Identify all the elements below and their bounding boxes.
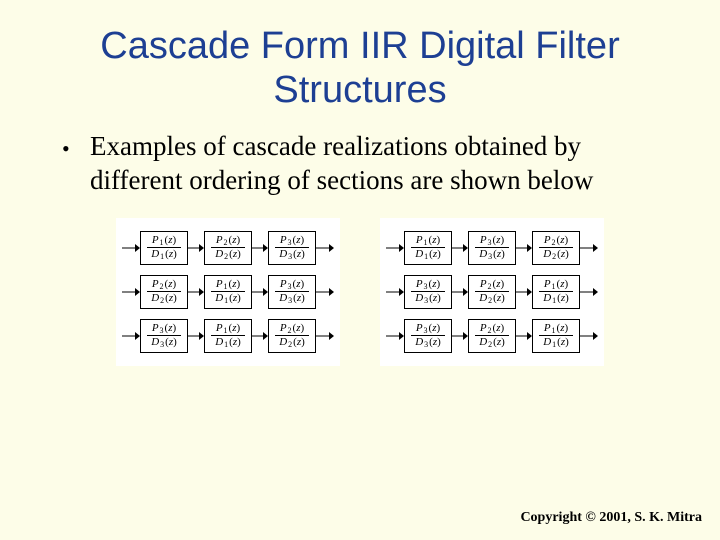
- arrow-icon: [252, 242, 268, 254]
- page-title: Cascade Form IIR Digital Filter Structur…: [0, 0, 720, 130]
- transfer-function-block: P1(z)D1(z): [140, 231, 188, 265]
- transfer-function-block: P2(z)D2(z): [468, 319, 516, 353]
- arrow-icon: [188, 286, 204, 298]
- cascade-chain: P2(z)D2(z) P1(z)D1(z) P3(z)D3(z): [122, 270, 334, 314]
- arrow-icon: [252, 286, 268, 298]
- transfer-function-block: P2(z)D2(z): [268, 319, 316, 353]
- cascade-chain: P1(z)D1(z) P3(z)D3(z) P2(z)D2(z): [386, 226, 598, 270]
- transfer-function-block: P2(z)D2(z): [140, 275, 188, 309]
- transfer-function-block: P3(z)D3(z): [404, 275, 452, 309]
- arrow-icon: [122, 286, 140, 298]
- arrow-icon: [252, 330, 268, 342]
- arrow-icon: [516, 330, 532, 342]
- transfer-function-block: P2(z)D2(z): [468, 275, 516, 309]
- arrow-icon: [580, 286, 598, 298]
- bullet-item: • Examples of cascade realizations obtai…: [0, 130, 720, 198]
- arrow-icon: [188, 330, 204, 342]
- transfer-function-block: P3(z)D3(z): [268, 231, 316, 265]
- cascade-diagram: P1(z)D1(z)P2(z)D2(z)P3(z)D3(z)P2(z)D2(z)…: [0, 218, 720, 366]
- arrow-icon: [580, 242, 598, 254]
- diagram-right-column: P1(z)D1(z)P3(z)D3(z)P2(z)D2(z)P3(z)D3(z)…: [380, 218, 604, 366]
- copyright-notice: Copyright © 2001, S. K. Mitra: [520, 510, 702, 526]
- arrow-icon: [316, 286, 334, 298]
- bullet-dot: •: [62, 130, 90, 163]
- arrow-icon: [452, 330, 468, 342]
- transfer-function-block: P3(z)D3(z): [404, 319, 452, 353]
- transfer-function-block: P2(z)D2(z): [532, 231, 580, 265]
- arrow-icon: [188, 242, 204, 254]
- transfer-function-block: P3(z)D3(z): [468, 231, 516, 265]
- arrow-icon: [386, 286, 404, 298]
- arrow-icon: [580, 330, 598, 342]
- transfer-function-block: P3(z)D3(z): [268, 275, 316, 309]
- transfer-function-block: P1(z)D1(z): [532, 319, 580, 353]
- transfer-function-block: P1(z)D1(z): [404, 231, 452, 265]
- transfer-function-block: P1(z)D1(z): [204, 319, 252, 353]
- arrow-icon: [386, 330, 404, 342]
- arrow-icon: [122, 242, 140, 254]
- cascade-chain: P3(z)D3(z) P2(z)D2(z) P1(z)D1(z): [386, 314, 598, 358]
- arrow-icon: [452, 242, 468, 254]
- transfer-function-block: P1(z)D1(z): [532, 275, 580, 309]
- arrow-icon: [452, 286, 468, 298]
- arrow-icon: [316, 242, 334, 254]
- cascade-chain: P1(z)D1(z) P2(z)D2(z) P3(z)D3(z): [122, 226, 334, 270]
- arrow-icon: [516, 242, 532, 254]
- arrow-icon: [316, 330, 334, 342]
- arrow-icon: [386, 242, 404, 254]
- arrow-icon: [122, 330, 140, 342]
- transfer-function-block: P2(z)D2(z): [204, 231, 252, 265]
- arrow-icon: [516, 286, 532, 298]
- bullet-text: Examples of cascade realizations obtaine…: [90, 130, 658, 198]
- transfer-function-block: P3(z)D3(z): [140, 319, 188, 353]
- cascade-chain: P3(z)D3(z) P1(z)D1(z) P2(z)D2(z): [122, 314, 334, 358]
- cascade-chain: P3(z)D3(z) P2(z)D2(z) P1(z)D1(z): [386, 270, 598, 314]
- transfer-function-block: P1(z)D1(z): [204, 275, 252, 309]
- diagram-left-column: P1(z)D1(z)P2(z)D2(z)P3(z)D3(z)P2(z)D2(z)…: [116, 218, 340, 366]
